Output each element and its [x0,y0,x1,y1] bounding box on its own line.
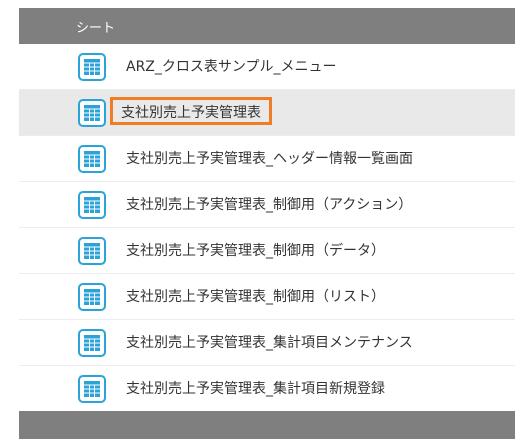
header-title: シート [76,20,116,36]
sheet-item-label: 支社別売上予実管理表_制御用（アクション） [126,197,413,213]
spreadsheet-icon [78,145,106,173]
sheet-item[interactable]: 支社別売上予実管理表_集計項目新規登録 [19,366,515,412]
sheet-item[interactable]: 支社別売上予実管理表_制御用（データ） [19,228,515,274]
spreadsheet-icon [78,99,106,127]
sheet-item-selected[interactable]: 支社別売上予実管理表 [19,90,515,136]
spreadsheet-icon [78,283,106,311]
sheet-list-footer [19,411,515,439]
sheet-item[interactable]: 支社別売上予実管理表_集計項目メンテナンス [19,320,515,366]
sheet-item[interactable]: 支社別売上予実管理表_ヘッダー情報一覧画面 [19,136,515,182]
sheet-list-panel: シート ARZ_クロス表サンプル_メニュー 支社別売上予実管理表 支社別売上予実… [19,0,515,439]
sheet-item[interactable]: 支社別売上予実管理表_制御用（アクション） [19,182,515,228]
sheet-list-header: シート [19,8,515,44]
sheet-item-label: 支社別売上予実管理表 [110,97,272,125]
sheet-item[interactable]: ARZ_クロス表サンプル_メニュー [19,44,515,90]
sheet-item-label: 支社別売上予実管理表_集計項目メンテナンス [126,335,413,351]
sheet-item-label: 支社別売上予実管理表_ヘッダー情報一覧画面 [126,151,413,167]
left-margin [0,0,19,439]
sheet-item-label: 支社別売上予実管理表_制御用（リスト） [126,289,385,305]
sheet-item-label: 支社別売上予実管理表_制御用（データ） [126,243,385,259]
spreadsheet-icon [78,191,106,219]
sheet-item-label: 支社別売上予実管理表_集計項目新規登録 [126,381,385,397]
spreadsheet-icon [78,375,106,403]
sheet-list: ARZ_クロス表サンプル_メニュー 支社別売上予実管理表 支社別売上予実管理表_… [19,44,515,412]
spreadsheet-icon [78,329,106,357]
spreadsheet-icon [78,237,106,265]
spreadsheet-icon [78,53,106,81]
sheet-item[interactable]: 支社別売上予実管理表_制御用（リスト） [19,274,515,320]
sheet-item-label: ARZ_クロス表サンプル_メニュー [126,59,337,75]
